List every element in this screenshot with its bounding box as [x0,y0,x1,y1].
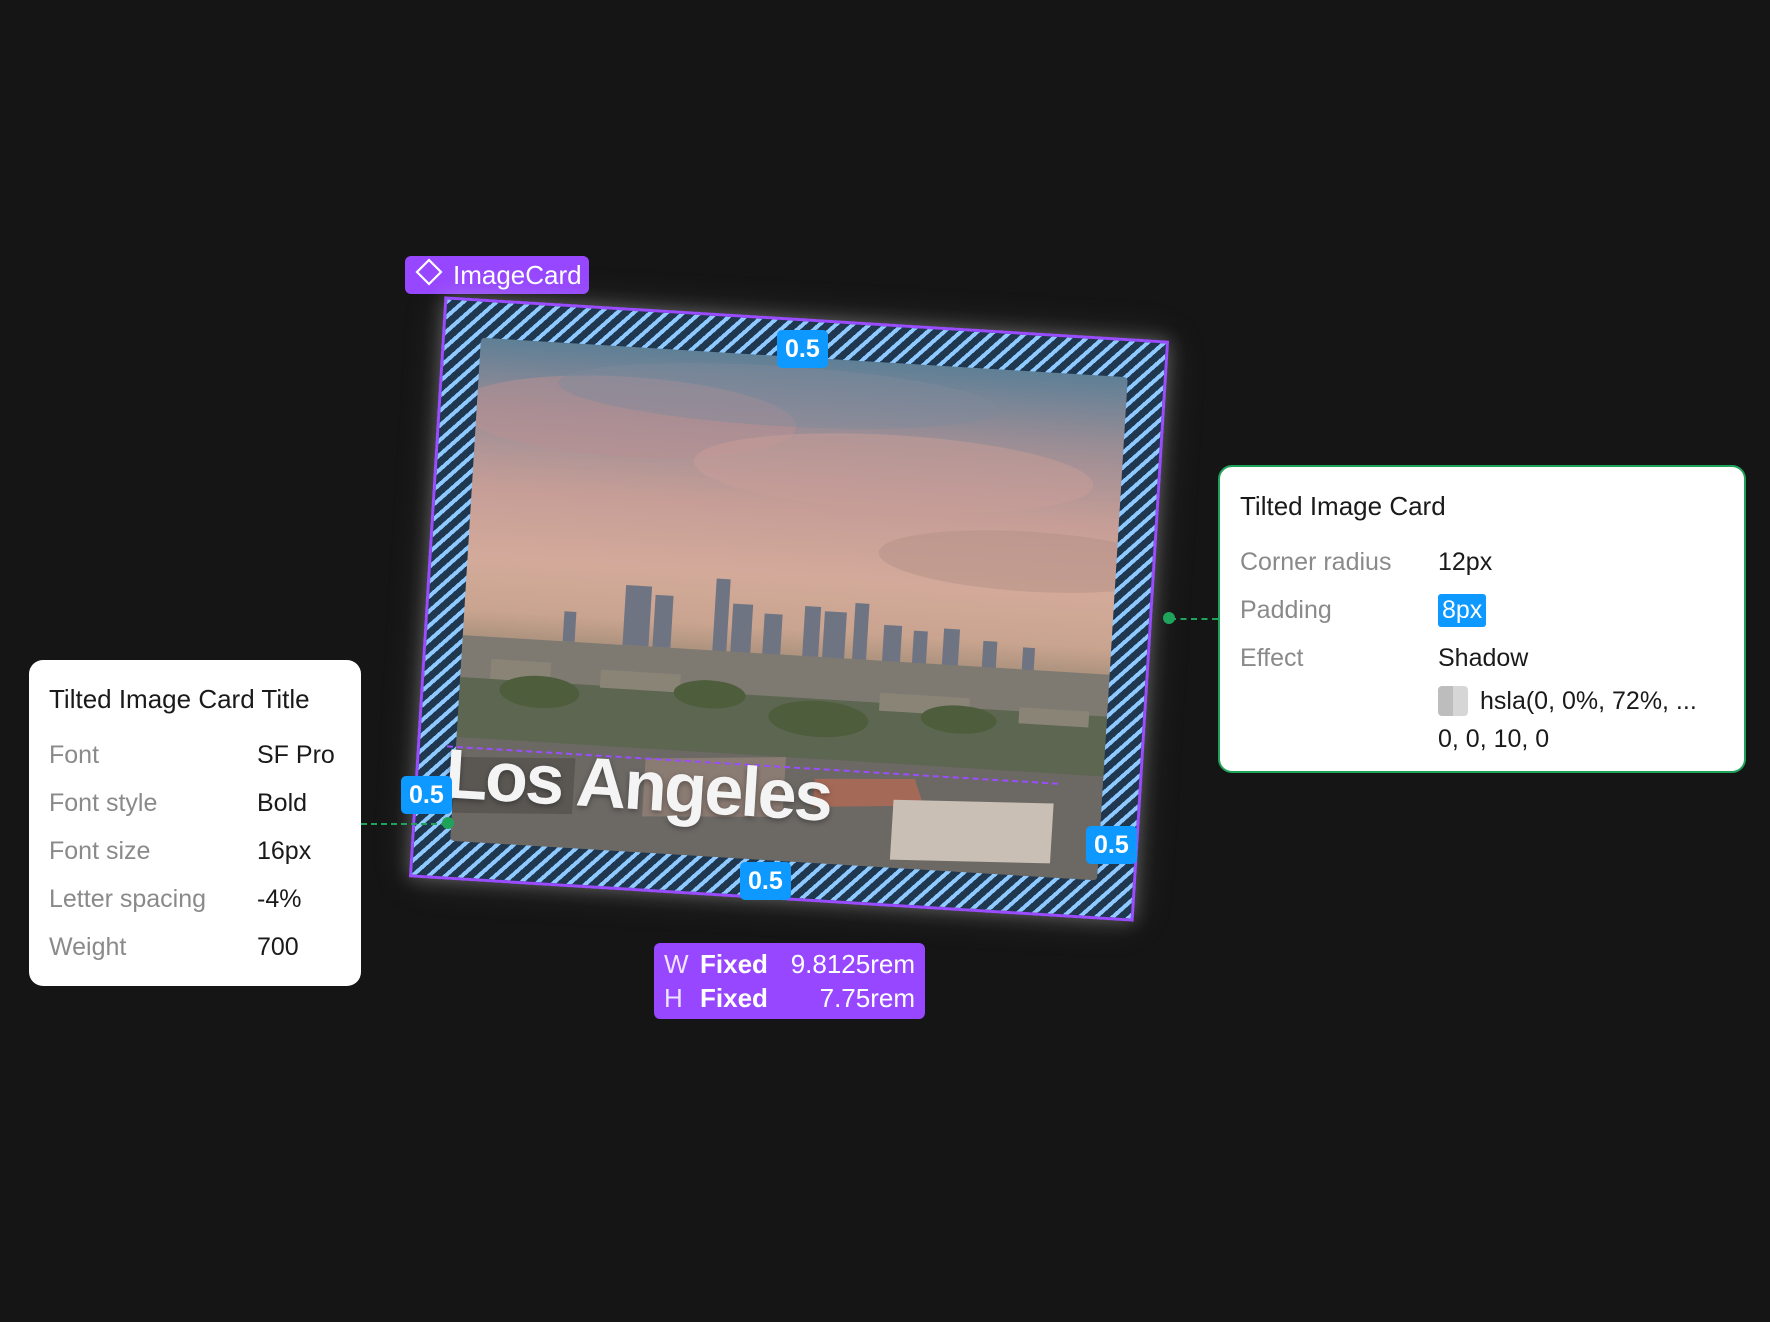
height-mode: Fixed [700,982,768,1013]
card-inspector-panel: Tilted Image Card Corner radius 12px Pad… [1218,465,1746,773]
shadow-color-value: hsla(0, 0%, 72%, ... [1480,686,1697,715]
width-mode: Fixed [700,948,768,979]
effect-type: Shadow [1438,643,1529,672]
prop-value: 12px [1438,547,1493,576]
prop-label: Font [49,740,100,769]
color-swatch-icon [1438,686,1468,716]
component-name: ImageCard [453,259,582,290]
prop-label: Corner radius [1240,547,1392,576]
spacing-badge-left: 0.5 [401,776,452,814]
title-inspector-panel: Tilted Image Card Title Font SF Pro Font… [29,660,361,986]
height-row: H Fixed 7.75rem [664,981,915,1015]
prop-row-padding: Padding 8px [1240,586,1724,634]
width-axis: W [664,948,689,979]
prop-label: Font size [49,836,151,865]
width-row: W Fixed 9.8125rem [664,947,915,981]
title-connector-dot [442,817,454,829]
prop-label: Effect [1240,644,1304,672]
prop-value: SF Pro [257,740,335,769]
component-diamond-icon [415,257,443,293]
prop-row-font: Font SF Pro [49,731,341,779]
prop-row-effect: Effect Shadow hsla(0, 0%, 72%, ... 0, 0,… [1240,634,1724,758]
prop-row-weight: Weight 700 [49,923,341,971]
prop-value: Bold [257,788,308,817]
height-value: 7.75rem [819,982,915,1013]
prop-row-font-size: Font size 16px [49,827,341,875]
card-connector [1170,618,1218,620]
prop-label: Weight [49,932,127,961]
prop-value: 16px [257,836,312,865]
selection-outline [408,296,1170,922]
spacing-badge-right: 0.5 [1086,826,1137,864]
prop-row-letter-spacing: Letter spacing -4% [49,875,341,923]
prop-label: Padding [1240,595,1332,624]
shadow-color-row: hsla(0, 0%, 72%, ... [1438,682,1697,720]
prop-row-corner-radius: Corner radius 12px [1240,538,1724,586]
prop-value: -4% [257,884,302,913]
image-card[interactable]: Los Angeles [408,296,1170,922]
dimensions-tag: W Fixed 9.8125rem H Fixed 7.75rem [654,943,925,1019]
component-tag[interactable]: ImageCard [405,256,589,294]
panel-title: Tilted Image Card [1240,491,1446,521]
card-connector-dot [1163,612,1175,624]
spacing-badge-bottom: 0.5 [740,862,791,900]
padding-value-highlight: 8px [1438,593,1487,627]
prop-row-font-style: Font style Bold [49,779,341,827]
width-value: 9.8125rem [790,948,915,979]
height-axis: H [664,982,683,1013]
title-connector [361,823,447,825]
prop-value: 700 [257,932,299,961]
prop-label: Letter spacing [49,884,207,913]
prop-label: Font style [49,788,158,817]
spacing-badge-top: 0.5 [777,330,828,368]
panel-title: Tilted Image Card Title [49,684,310,714]
shadow-offsets: 0, 0, 10, 0 [1438,724,1550,753]
